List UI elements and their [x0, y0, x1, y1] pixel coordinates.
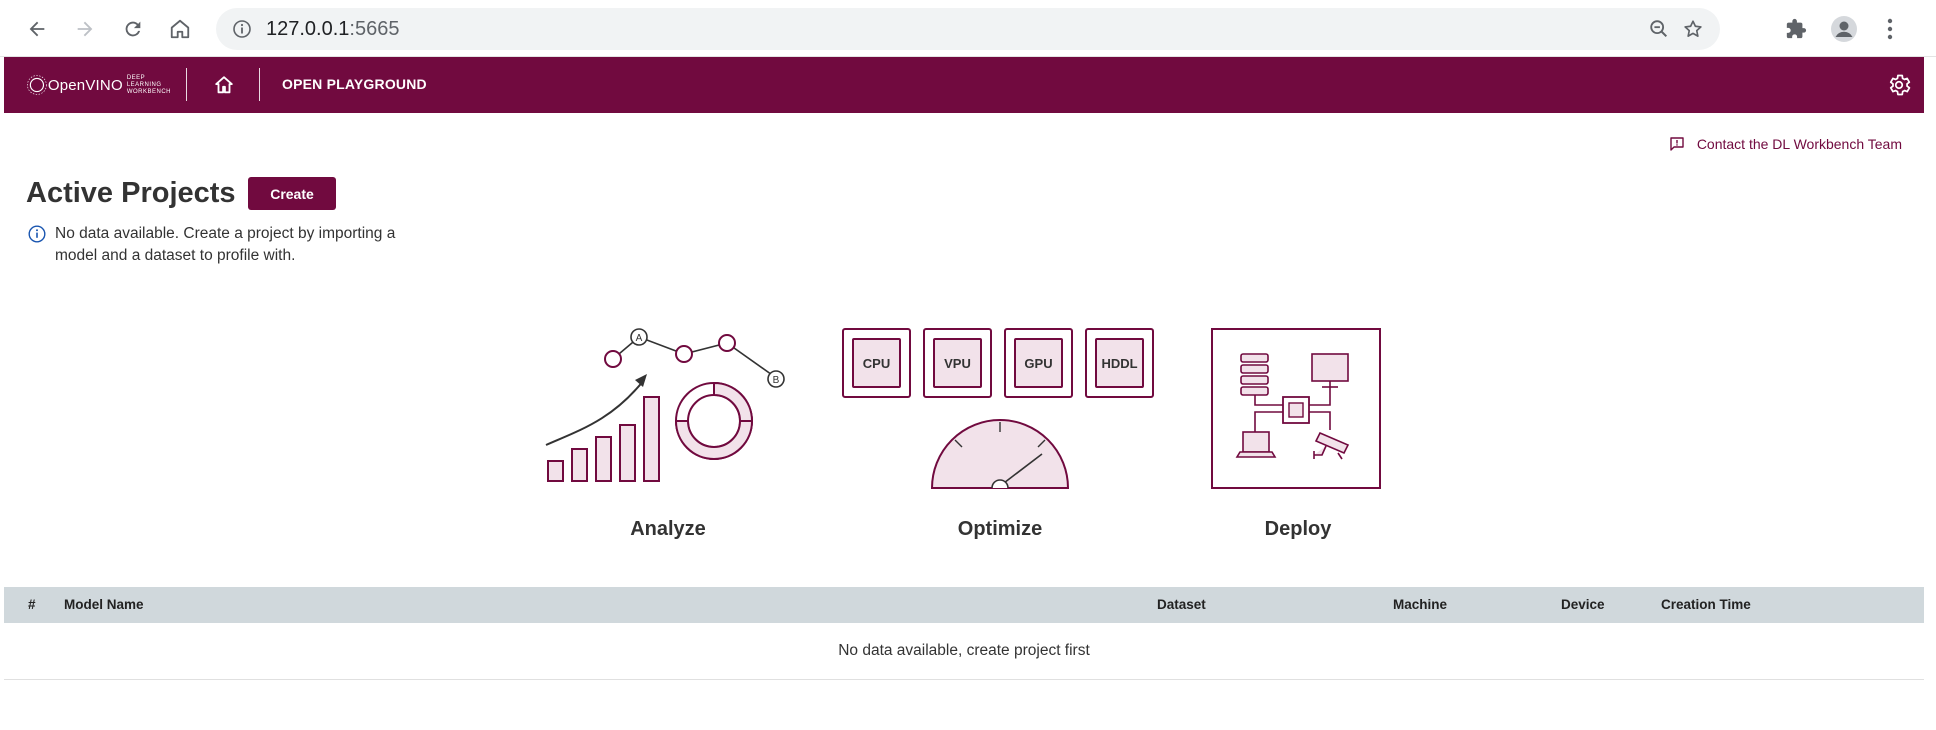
chip-label: VPU: [933, 338, 982, 388]
openvino-logo[interactable]: OpenVINO DEEP LEARNING WORKBENCH: [26, 64, 171, 106]
chip-label: GPU: [1014, 338, 1063, 388]
settings-button[interactable]: [1884, 70, 1914, 100]
chip-cpu: CPU: [842, 328, 911, 398]
projects-table-header: # Model Name Dataset Machine Device Crea…: [4, 587, 1924, 623]
chip-label: CPU: [852, 338, 901, 388]
logo-text: OpenVINO: [47, 76, 123, 94]
open-playground-link[interactable]: OPEN PLAYGROUND: [282, 76, 427, 92]
profile-button[interactable]: [1828, 13, 1860, 45]
analyze-label: Analyze: [630, 518, 706, 540]
home-button[interactable]: [210, 71, 238, 99]
address-bar[interactable]: 127.0.0.1:5665: [216, 8, 1720, 50]
optimize-label: Optimize: [957, 518, 1043, 540]
back-button[interactable]: [21, 13, 53, 45]
browser-toolbar: 127.0.0.1:5665: [0, 0, 1936, 57]
reload-button[interactable]: [117, 13, 149, 45]
page-title: Active Projects: [26, 177, 236, 209]
analyze-illustration: A B: [545, 328, 785, 482]
zoom-out-icon[interactable]: [1648, 18, 1670, 40]
reload-icon: [125, 21, 141, 37]
puzzle-icon: [1786, 18, 1807, 39]
point-b-label: B: [773, 375, 780, 386]
app-header: OpenVINO DEEP LEARNING WORKBENCH OPEN PLA…: [4, 57, 1924, 113]
column-index[interactable]: #: [28, 597, 36, 612]
chip-hddl: HDDL: [1085, 328, 1154, 398]
contact-team-link[interactable]: Contact the DL Workbench Team: [1669, 136, 1902, 152]
home-icon: [170, 19, 190, 39]
site-info-icon[interactable]: [232, 19, 252, 39]
header-divider: [259, 68, 260, 101]
info-icon: [28, 225, 46, 243]
feedback-icon: [1670, 137, 1684, 151]
chip-vpu: VPU: [923, 328, 992, 398]
home-browser-button[interactable]: [164, 13, 196, 45]
speedometer-icon: [930, 419, 1070, 489]
openvino-logo-icon: [27, 75, 47, 95]
gear-icon: [1889, 74, 1911, 96]
logo-subtitle: DEEP LEARNING WORKBENCH: [127, 75, 171, 96]
column-creation-time[interactable]: Creation Time: [1661, 597, 1751, 612]
laptop-icon: [1235, 431, 1277, 458]
deploy-label: Deploy: [1264, 518, 1332, 540]
logo-sub-line1: DEEP LEARNING: [126, 74, 162, 88]
column-device[interactable]: Device: [1561, 597, 1605, 612]
forward-button[interactable]: [69, 13, 101, 45]
chip-label: HDDL: [1095, 338, 1144, 388]
column-machine[interactable]: Machine: [1393, 597, 1447, 612]
column-model-name[interactable]: Model Name: [64, 597, 144, 612]
create-project-button[interactable]: Create: [248, 177, 336, 210]
no-data-info-text: No data available. Create a project by i…: [55, 225, 396, 264]
column-dataset[interactable]: Dataset: [1157, 597, 1206, 612]
chip-row: CPU VPU GPU HDDL: [842, 328, 1158, 398]
bookmark-star-icon[interactable]: [1682, 18, 1704, 40]
empty-table-message: No data available, create project first: [838, 642, 1090, 659]
header-divider: [186, 68, 187, 101]
url-host: 127.0.0.1: [266, 18, 350, 40]
point-a-label: A: [636, 333, 643, 344]
forward-arrow-icon: [77, 21, 93, 37]
back-arrow-icon: [29, 21, 45, 37]
chip-gpu: GPU: [1004, 328, 1073, 398]
table-empty-row: No data available, create project first: [4, 623, 1924, 680]
url-port: :5665: [349, 18, 400, 40]
contact-label: Contact the DL Workbench Team: [1696, 136, 1902, 152]
optimize-illustration: CPU VPU GPU HDDL: [842, 328, 1158, 490]
extensions-button[interactable]: [1780, 13, 1812, 45]
avatar-icon: [1831, 16, 1857, 42]
kebab-menu-icon: [1887, 18, 1893, 40]
deploy-illustration: [1211, 328, 1381, 489]
browser-menu-button[interactable]: [1874, 13, 1906, 45]
logo-sub-line2: WORKBENCH: [126, 88, 171, 95]
url-text[interactable]: 127.0.0.1:5665: [266, 18, 399, 41]
home-icon: [215, 76, 233, 94]
